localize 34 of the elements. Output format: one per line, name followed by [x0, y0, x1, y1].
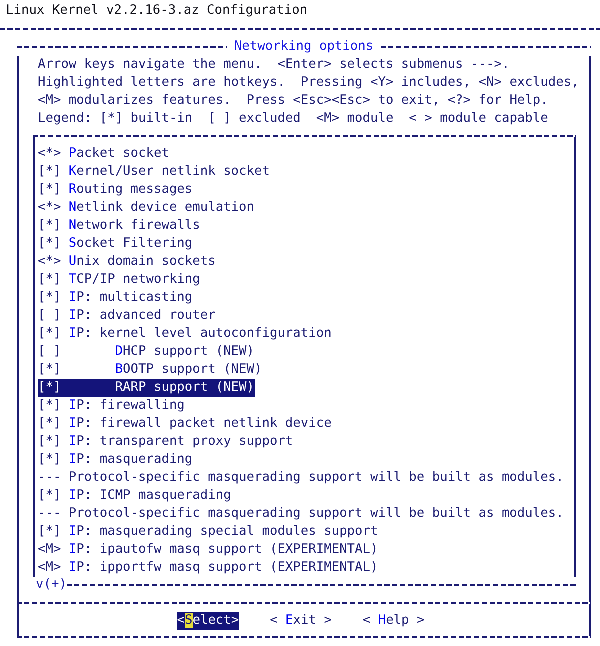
select-button[interactable]: <Select>	[177, 612, 240, 630]
menu-item[interactable]: [*] IP: multicasting	[38, 289, 193, 307]
menu-comment: --- Protocol-specific masquerading support will be built as modules.	[38, 469, 564, 487]
menu-item[interactable]: [*] IP: masquerading special modules support	[38, 523, 378, 541]
menu-item[interactable]: <*> Packet socket	[38, 145, 170, 163]
menu-item[interactable]: <*> Netlink device emulation	[38, 199, 255, 217]
menu-item[interactable]: [*] Network firewalls	[38, 217, 200, 235]
menu-item[interactable]: [*] Kernel/User netlink socket	[38, 163, 270, 181]
menu-comment: --- Protocol-specific masquerading support will be built as modules.	[38, 505, 564, 523]
menu-item[interactable]: [*] BOOTP support (NEW)	[38, 361, 262, 379]
menu-item[interactable]: [*] IP: firewalling	[38, 397, 185, 415]
menu-item[interactable]: [*] IP: masquerading	[38, 451, 193, 469]
menu-item[interactable]: [ ] IP: advanced router	[38, 307, 216, 325]
menu-item[interactable]: [*] IP: transparent proxy support	[38, 433, 294, 451]
menu-item[interactable]: [ ] DHCP support (NEW)	[38, 343, 255, 361]
menu-item[interactable]: [*] TCP/IP networking	[38, 271, 200, 289]
help-text: Arrow keys navigate the menu. <Enter> selects submenus --->.	[38, 56, 510, 74]
menu-item[interactable]: [*] IP: firewall packet netlink device	[38, 415, 332, 433]
help-text: Highlighted letters are hotkeys. Pressing <Y> includes, <N> excludes,	[38, 74, 580, 92]
menu-item[interactable]: <*> Unix domain sockets	[38, 253, 216, 271]
menu-item[interactable]: <M> IP: ipportfw masq support (EXPERIMENTAL)	[38, 559, 378, 577]
menu-item[interactable]: [*] Routing messages	[38, 181, 193, 199]
help-text: Legend: [*] built-in [ ] excluded <M> module < > module capable	[38, 110, 548, 128]
scroll-indicator: v(+)	[36, 577, 67, 593]
help-text: <M> modularizes features. Press <Esc><Esc> to exit, <?> for Help.	[38, 92, 548, 110]
menu-item[interactable]: [*] RARP support (NEW)	[38, 379, 255, 397]
dialog-title: Networking options	[234, 38, 374, 56]
help-button[interactable]: < Help >	[362, 612, 425, 630]
menu-item[interactable]: [*] IP: ICMP masquerading	[38, 487, 232, 505]
window-title: Linux Kernel v2.2.16-3.az Configuration	[5, 2, 308, 20]
menu-item[interactable]: [*] IP: kernel level autoconfiguration	[38, 325, 332, 343]
menu-item[interactable]: [*] Socket Filtering	[38, 235, 193, 253]
exit-button[interactable]: < Exit >	[270, 612, 332, 630]
menu-item[interactable]: <M> IP: ipautofw masq support (EXPERIMENTAL)	[38, 541, 378, 559]
